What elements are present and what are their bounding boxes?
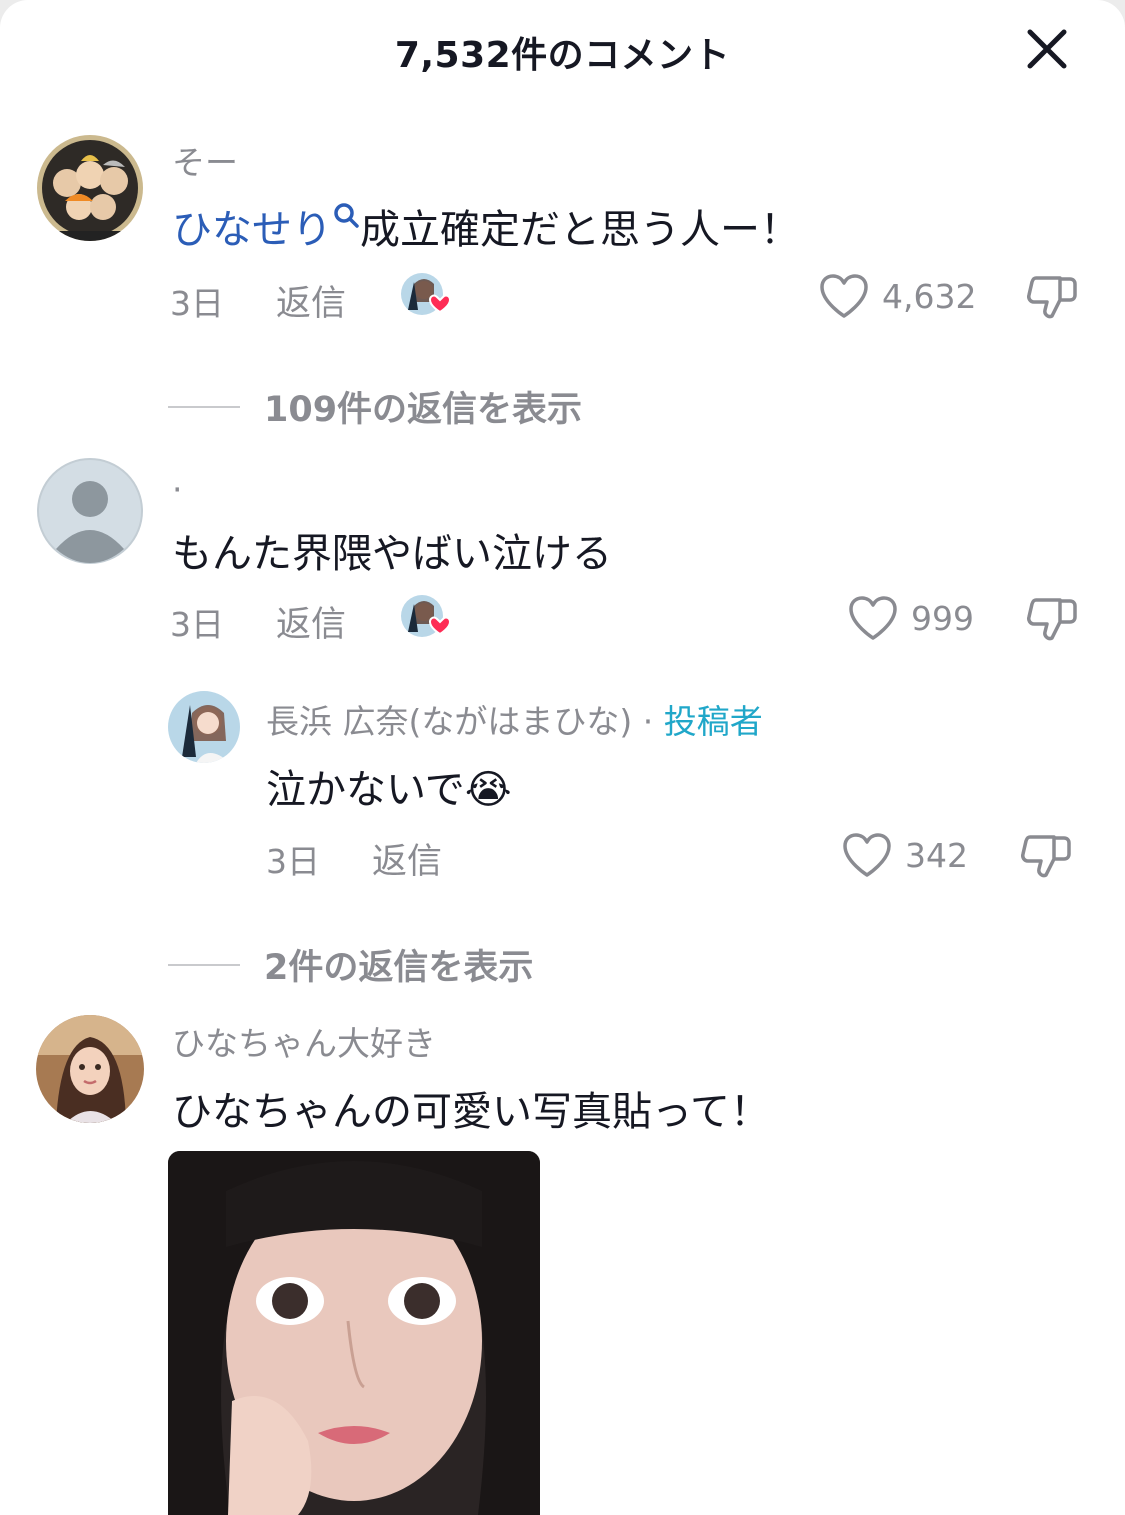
comment-text: ひなせり 成立確定だと思う人ー！ <box>172 197 800 255</box>
view-replies-label: 2件の返信を表示 <box>264 948 534 988</box>
thumbs-down-icon <box>1027 598 1077 641</box>
comments-sheet: 7,532件のコメント そー ひなせり 成立確定だと思う人ー！ 3日 返信 4,… <box>0 0 1125 1515</box>
creator-tag: 投稿者 <box>663 702 763 741</box>
reply-body: 泣かないで <box>266 767 465 813</box>
like-button[interactable]: 342 <box>841 831 968 879</box>
reply-text: 泣かないで😭 <box>266 757 512 815</box>
like-button[interactable]: 999 <box>847 594 974 642</box>
close-icon <box>1027 29 1067 69</box>
comment-timestamp: 3日 <box>170 605 224 644</box>
divider <box>168 963 240 966</box>
dislike-button[interactable] <box>1018 829 1074 885</box>
like-count: 999 <box>911 598 974 638</box>
comment-username[interactable]: ひなちゃん大好き <box>172 1017 436 1065</box>
comment-body: ひなちゃんの可愛い写真貼って！ <box>172 1089 770 1135</box>
comment-timestamp: 3日 <box>170 284 224 323</box>
like-count: 4,632 <box>882 276 977 316</box>
like-count: 342 <box>905 835 968 875</box>
dislike-button[interactable] <box>1024 592 1080 648</box>
heart-outline-icon <box>849 596 897 640</box>
crying-emoji: 😭 <box>464 767 512 813</box>
comment-body: もんた界隈やばい泣ける <box>172 531 612 577</box>
creator-avatar[interactable] <box>168 691 240 763</box>
reply-username: 長浜 広奈(ながはまひな) · 投稿者 <box>266 695 763 743</box>
separator: · <box>642 702 654 741</box>
close-button[interactable] <box>1018 24 1076 74</box>
view-replies-label: 109件の返信を表示 <box>264 390 583 430</box>
comments-count-title: 7,532件のコメント <box>394 35 731 76</box>
mention-link[interactable]: ひなせり <box>172 207 332 253</box>
view-replies-button[interactable]: 2件の返信を表示 <box>168 939 533 990</box>
thumbs-down-icon <box>1021 835 1071 878</box>
dislike-button[interactable] <box>1024 270 1080 326</box>
heart-outline-icon <box>843 833 891 877</box>
view-replies-button[interactable]: 109件の返信を表示 <box>168 381 582 432</box>
creator-liked-badge <box>400 272 458 320</box>
creator-name[interactable]: 長浜 広奈(ながはまひな) <box>266 702 632 741</box>
comment-username[interactable]: そー <box>172 136 238 184</box>
like-button[interactable]: 4,632 <box>818 272 976 320</box>
reply-button[interactable]: 返信 <box>276 596 346 647</box>
search-icon[interactable] <box>332 201 360 235</box>
comment-username[interactable]: · <box>172 470 183 509</box>
reply-button[interactable]: 返信 <box>372 833 442 884</box>
thumbs-down-icon <box>1027 276 1077 319</box>
avatar[interactable] <box>37 135 143 241</box>
reply-button[interactable]: 返信 <box>276 275 346 326</box>
reply-timestamp: 3日 <box>266 842 320 881</box>
avatar[interactable] <box>36 457 144 565</box>
divider <box>168 405 240 408</box>
attached-photo[interactable] <box>168 1151 540 1515</box>
creator-liked-badge <box>400 594 458 642</box>
heart-outline-icon <box>820 274 868 318</box>
comment-body: 成立確定だと思う人ー！ <box>360 207 800 253</box>
avatar[interactable] <box>36 1015 144 1123</box>
